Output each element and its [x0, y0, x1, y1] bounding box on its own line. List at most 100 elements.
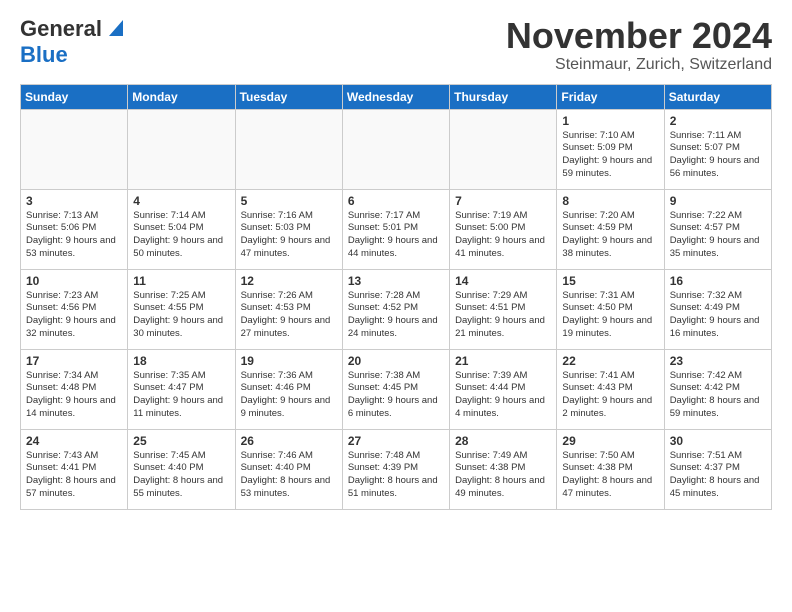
cell-details: Sunrise: 7:13 AM Sunset: 5:06 PM Dayligh… [26, 210, 122, 261]
cell-details: Sunrise: 7:25 AM Sunset: 4:55 PM Dayligh… [133, 290, 229, 341]
month-title: November 2024 [506, 16, 772, 56]
calendar-cell: 23 Sunrise: 7:42 AM Sunset: 4:42 PM Dayli… [664, 349, 771, 429]
logo: General Blue [20, 16, 127, 67]
logo-triangle-icon [105, 16, 127, 38]
day-number: 17 [26, 354, 122, 368]
calendar-cell: 1 Sunrise: 7:10 AM Sunset: 5:09 PM Daylig… [557, 109, 664, 189]
calendar-table: SundayMondayTuesdayWednesdayThursdayFrid… [20, 84, 772, 510]
calendar-cell: 19 Sunrise: 7:36 AM Sunset: 4:46 PM Dayli… [235, 349, 342, 429]
weekday-header-tuesday: Tuesday [235, 84, 342, 109]
calendar-cell: 18 Sunrise: 7:35 AM Sunset: 4:47 PM Dayli… [128, 349, 235, 429]
cell-details: Sunrise: 7:31 AM Sunset: 4:50 PM Dayligh… [562, 290, 658, 341]
weekday-header-thursday: Thursday [450, 84, 557, 109]
day-number: 23 [670, 354, 766, 368]
title-block: November 2024 Steinmaur, Zurich, Switzer… [506, 16, 772, 74]
day-number: 9 [670, 194, 766, 208]
cell-details: Sunrise: 7:35 AM Sunset: 4:47 PM Dayligh… [133, 370, 229, 421]
day-number: 18 [133, 354, 229, 368]
cell-details: Sunrise: 7:14 AM Sunset: 5:04 PM Dayligh… [133, 210, 229, 261]
cell-details: Sunrise: 7:22 AM Sunset: 4:57 PM Dayligh… [670, 210, 766, 261]
day-number: 12 [241, 274, 337, 288]
cell-details: Sunrise: 7:46 AM Sunset: 4:40 PM Dayligh… [241, 450, 337, 501]
cell-details: Sunrise: 7:50 AM Sunset: 4:38 PM Dayligh… [562, 450, 658, 501]
day-number: 24 [26, 434, 122, 448]
calendar-cell: 12 Sunrise: 7:26 AM Sunset: 4:53 PM Dayli… [235, 269, 342, 349]
cell-details: Sunrise: 7:51 AM Sunset: 4:37 PM Dayligh… [670, 450, 766, 501]
day-number: 22 [562, 354, 658, 368]
calendar-cell: 11Sunrise: 7:25 AM Sunset: 4:55 PM Dayli… [128, 269, 235, 349]
cell-details: Sunrise: 7:20 AM Sunset: 4:59 PM Dayligh… [562, 210, 658, 261]
calendar-cell [128, 109, 235, 189]
cell-details: Sunrise: 7:17 AM Sunset: 5:01 PM Dayligh… [348, 210, 444, 261]
week-row-4: 17 Sunrise: 7:34 AM Sunset: 4:48 PM Dayli… [21, 349, 772, 429]
cell-details: Sunrise: 7:43 AM Sunset: 4:41 PM Dayligh… [26, 450, 122, 501]
cell-details: Sunrise: 7:10 AM Sunset: 5:09 PM Dayligh… [562, 130, 658, 181]
calendar-cell: 20 Sunrise: 7:38 AM Sunset: 4:45 PM Dayli… [342, 349, 449, 429]
calendar-cell: 3 Sunrise: 7:13 AM Sunset: 5:06 PM Daylig… [21, 189, 128, 269]
cell-details: Sunrise: 7:23 AM Sunset: 4:56 PM Dayligh… [26, 290, 122, 341]
day-number: 5 [241, 194, 337, 208]
calendar-cell: 30Sunrise: 7:51 AM Sunset: 4:37 PM Dayli… [664, 429, 771, 509]
calendar-cell [235, 109, 342, 189]
weekday-header-sunday: Sunday [21, 84, 128, 109]
calendar-cell: 17 Sunrise: 7:34 AM Sunset: 4:48 PM Dayli… [21, 349, 128, 429]
week-row-3: 10 Sunrise: 7:23 AM Sunset: 4:56 PM Dayli… [21, 269, 772, 349]
calendar-cell [450, 109, 557, 189]
cell-details: Sunrise: 7:32 AM Sunset: 4:49 PM Dayligh… [670, 290, 766, 341]
cell-details: Sunrise: 7:34 AM Sunset: 4:48 PM Dayligh… [26, 370, 122, 421]
cell-details: Sunrise: 7:26 AM Sunset: 4:53 PM Dayligh… [241, 290, 337, 341]
day-number: 20 [348, 354, 444, 368]
weekday-header-wednesday: Wednesday [342, 84, 449, 109]
calendar-cell: 10 Sunrise: 7:23 AM Sunset: 4:56 PM Dayli… [21, 269, 128, 349]
day-number: 25 [133, 434, 229, 448]
weekday-header-row: SundayMondayTuesdayWednesdayThursdayFrid… [21, 84, 772, 109]
day-number: 13 [348, 274, 444, 288]
calendar-cell: 28 Sunrise: 7:49 AM Sunset: 4:38 PM Dayli… [450, 429, 557, 509]
weekday-header-friday: Friday [557, 84, 664, 109]
cell-details: Sunrise: 7:28 AM Sunset: 4:52 PM Dayligh… [348, 290, 444, 341]
day-number: 1 [562, 114, 658, 128]
day-number: 2 [670, 114, 766, 128]
cell-details: Sunrise: 7:16 AM Sunset: 5:03 PM Dayligh… [241, 210, 337, 261]
day-number: 15 [562, 274, 658, 288]
day-number: 10 [26, 274, 122, 288]
cell-details: Sunrise: 7:38 AM Sunset: 4:45 PM Dayligh… [348, 370, 444, 421]
logo-text-general: General [20, 17, 102, 41]
day-number: 3 [26, 194, 122, 208]
cell-details: Sunrise: 7:36 AM Sunset: 4:46 PM Dayligh… [241, 370, 337, 421]
cell-details: Sunrise: 7:49 AM Sunset: 4:38 PM Dayligh… [455, 450, 551, 501]
calendar-cell [21, 109, 128, 189]
calendar-cell: 25Sunrise: 7:45 AM Sunset: 4:40 PM Dayli… [128, 429, 235, 509]
calendar-cell: 26 Sunrise: 7:46 AM Sunset: 4:40 PM Dayli… [235, 429, 342, 509]
calendar-cell: 29 Sunrise: 7:50 AM Sunset: 4:38 PM Dayli… [557, 429, 664, 509]
cell-details: Sunrise: 7:29 AM Sunset: 4:51 PM Dayligh… [455, 290, 551, 341]
day-number: 27 [348, 434, 444, 448]
cell-details: Sunrise: 7:11 AM Sunset: 5:07 PM Dayligh… [670, 130, 766, 181]
calendar-cell: 7 Sunrise: 7:19 AM Sunset: 5:00 PM Daylig… [450, 189, 557, 269]
day-number: 26 [241, 434, 337, 448]
cell-details: Sunrise: 7:19 AM Sunset: 5:00 PM Dayligh… [455, 210, 551, 261]
day-number: 8 [562, 194, 658, 208]
day-number: 6 [348, 194, 444, 208]
week-row-1: 1 Sunrise: 7:10 AM Sunset: 5:09 PM Daylig… [21, 109, 772, 189]
day-number: 29 [562, 434, 658, 448]
calendar-cell: 24 Sunrise: 7:43 AM Sunset: 4:41 PM Dayli… [21, 429, 128, 509]
cell-details: Sunrise: 7:42 AM Sunset: 4:42 PM Dayligh… [670, 370, 766, 421]
calendar-cell: 27 Sunrise: 7:48 AM Sunset: 4:39 PM Dayli… [342, 429, 449, 509]
cell-details: Sunrise: 7:48 AM Sunset: 4:39 PM Dayligh… [348, 450, 444, 501]
calendar-cell: 14 Sunrise: 7:29 AM Sunset: 4:51 PM Dayli… [450, 269, 557, 349]
day-number: 21 [455, 354, 551, 368]
day-number: 16 [670, 274, 766, 288]
calendar-cell: 2 Sunrise: 7:11 AM Sunset: 5:07 PM Daylig… [664, 109, 771, 189]
day-number: 14 [455, 274, 551, 288]
page-header: General Blue November 2024 Steinmaur, Zu… [20, 16, 772, 74]
day-number: 7 [455, 194, 551, 208]
location-subtitle: Steinmaur, Zurich, Switzerland [506, 56, 772, 74]
logo-text-blue: Blue [20, 42, 68, 67]
calendar-cell: 21Sunrise: 7:39 AM Sunset: 4:44 PM Dayli… [450, 349, 557, 429]
calendar-cell: 13 Sunrise: 7:28 AM Sunset: 4:52 PM Dayli… [342, 269, 449, 349]
day-number: 19 [241, 354, 337, 368]
calendar-cell: 16 Sunrise: 7:32 AM Sunset: 4:49 PM Dayli… [664, 269, 771, 349]
calendar-cell: 15 Sunrise: 7:31 AM Sunset: 4:50 PM Dayli… [557, 269, 664, 349]
day-number: 28 [455, 434, 551, 448]
